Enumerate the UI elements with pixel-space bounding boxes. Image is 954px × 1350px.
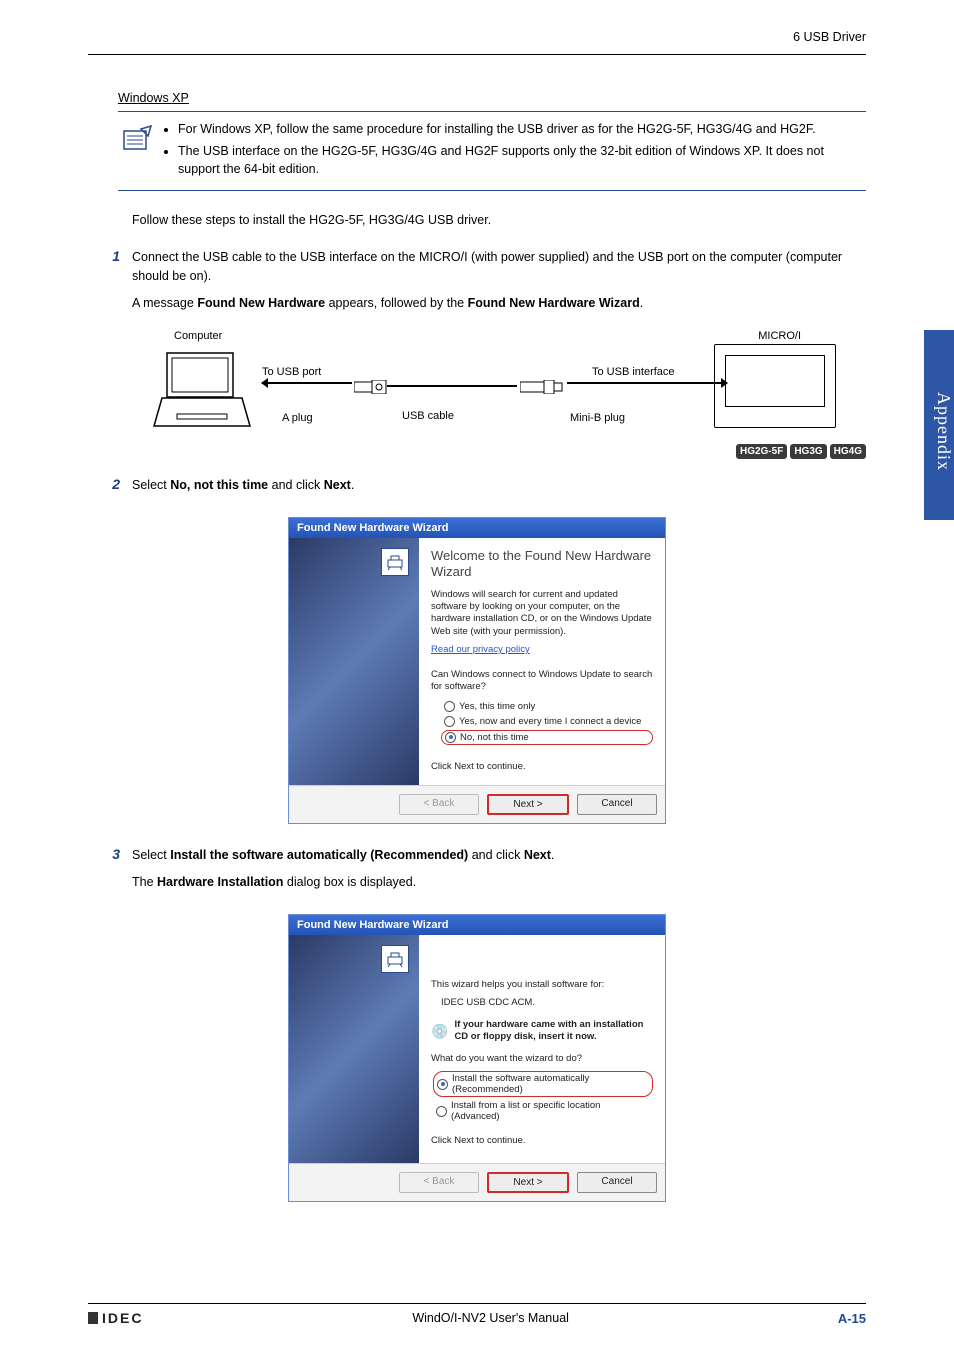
wizard-titlebar: Found New Hardware Wizard — [289, 915, 665, 935]
side-tab-appendix: Appendix — [924, 330, 954, 520]
wizard2-device: IDEC USB CDC ACM. — [441, 997, 653, 1009]
tag: HG4G — [830, 444, 866, 459]
radio-option-auto[interactable]: Install the software automatically (Reco… — [433, 1071, 653, 1097]
wizard-titlebar: Found New Hardware Wizard — [289, 518, 665, 538]
radio-icon — [436, 1106, 447, 1117]
wizard2-helps: This wizard helps you install software f… — [431, 979, 653, 991]
dia-microi-label: MICRO/I — [758, 330, 801, 342]
hardware-icon — [381, 945, 409, 973]
step-number: 1 — [88, 248, 132, 320]
radio-icon — [437, 1079, 448, 1090]
dia-cable — [387, 385, 517, 387]
logo-mark-icon — [88, 1312, 98, 1324]
wizard-side-graphic — [289, 538, 419, 785]
dia-computer-label: Computer — [174, 330, 222, 342]
dia-bplug — [520, 380, 564, 397]
wizard-side-graphic — [289, 935, 419, 1163]
connection-diagram: Computer To USB port A plug USB cable Mi… — [132, 330, 866, 470]
dia-usbiface-label: To USB interface — [592, 366, 675, 378]
radio-option-no[interactable]: No, not this time — [441, 730, 653, 745]
wizard-continue: Click Next to continue. — [431, 761, 653, 773]
section-title: Windows XP — [118, 91, 866, 105]
wizard-heading: Welcome to the Found New Hardware Wizard — [431, 548, 653, 581]
radio-option-yes-always[interactable]: Yes, now and every time I connect a devi… — [441, 715, 653, 728]
next-button[interactable]: Next > — [487, 794, 569, 815]
note-icon — [118, 120, 158, 182]
step2-text: Select No, not this time and click Next. — [132, 476, 866, 495]
intro-text: Follow these steps to install the HG2G-5… — [132, 211, 866, 230]
radio-icon — [444, 716, 455, 727]
step3-text2: The Hardware Installation dialog box is … — [132, 873, 866, 892]
radio-option-yes-once[interactable]: Yes, this time only — [441, 700, 653, 713]
dia-arrow-left — [262, 382, 352, 384]
dia-usbport-label: To USB port — [262, 366, 321, 378]
hardware-icon — [381, 548, 409, 576]
tag: HG3G — [790, 444, 826, 459]
radio-icon — [444, 701, 455, 712]
dia-computer — [152, 348, 252, 428]
radio-option-advanced[interactable]: Install from a list or specific location… — [433, 1099, 653, 1123]
dia-cable-label: USB cable — [402, 410, 454, 422]
page-number: A-15 — [838, 1311, 866, 1326]
model-tags: HG2G-5F HG3G HG4G — [736, 444, 866, 459]
radio-icon — [445, 732, 456, 743]
page-footer: IDEC WindO/I-NV2 User's Manual A-15 — [88, 1303, 866, 1326]
cancel-button[interactable]: Cancel — [577, 1172, 657, 1193]
step3-text: Select Install the software automaticall… — [132, 846, 866, 865]
step-number: 3 — [88, 846, 132, 900]
dia-microi — [714, 344, 836, 428]
next-button[interactable]: Next > — [487, 1172, 569, 1193]
cancel-button[interactable]: Cancel — [577, 794, 657, 815]
note-item: The USB interface on the HG2G-5F, HG3G/4… — [178, 142, 866, 178]
wizard-dialog-1: Found New Hardware Wizard Welcome to the… — [288, 517, 666, 824]
back-button: < Back — [399, 1172, 479, 1193]
step1-message: A message Found New Hardware appears, fo… — [132, 294, 866, 313]
header-rule — [88, 54, 866, 55]
wizard-desc: Windows will search for current and upda… — [431, 589, 653, 638]
note-box: For Windows XP, follow the same procedur… — [118, 111, 866, 191]
dia-aplug — [354, 380, 388, 397]
note-item: For Windows XP, follow the same procedur… — [178, 120, 866, 138]
dia-bplug-label: Mini-B plug — [570, 412, 625, 424]
manual-title: WindO/I-NV2 User's Manual — [412, 1311, 569, 1325]
cd-hint: 💿 If your hardware came with an installa… — [431, 1019, 653, 1043]
step1-text: Connect the USB cable to the USB interfa… — [132, 248, 866, 286]
wizard2-continue: Click Next to continue. — [431, 1135, 653, 1147]
privacy-link[interactable]: Read our privacy policy — [431, 644, 653, 655]
tag: HG2G-5F — [736, 444, 787, 459]
cd-icon: 💿 — [431, 1023, 448, 1040]
step-number: 2 — [88, 476, 132, 503]
dia-arrow-right — [567, 382, 727, 384]
back-button: < Back — [399, 794, 479, 815]
header-breadcrumb: 6 USB Driver — [88, 30, 866, 44]
dia-aplug-label: A plug — [282, 412, 313, 424]
wizard2-question: What do you want the wizard to do? — [431, 1053, 653, 1065]
brand-logo: IDEC — [88, 1310, 143, 1326]
wizard-question: Can Windows connect to Windows Update to… — [431, 669, 653, 694]
wizard-dialog-2: Found New Hardware Wizard This wizard he… — [288, 914, 666, 1202]
